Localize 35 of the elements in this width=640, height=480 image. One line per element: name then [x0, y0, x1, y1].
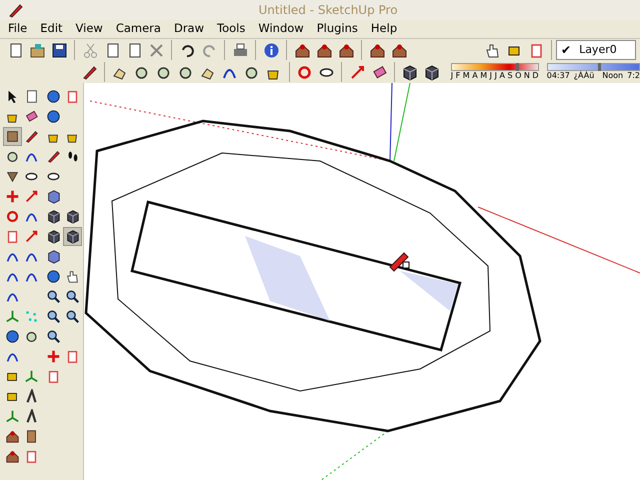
month-label: N — [524, 71, 530, 81]
slider-thumb[interactable] — [598, 63, 601, 71]
pencil-cursor-icon — [389, 252, 410, 272]
check-mark: ✔ — [561, 44, 572, 56]
time-label: Noon — [602, 71, 624, 81]
layer-name: Layer0 — [579, 42, 617, 58]
time-label: 04:37 — [546, 71, 570, 81]
menu-item[interactable]: File — [8, 20, 28, 38]
time-slider-track[interactable] — [546, 63, 640, 71]
month-label: A — [472, 71, 478, 81]
month-label: J — [494, 71, 497, 81]
menu-item[interactable]: Draw — [174, 20, 204, 38]
menu-item[interactable]: Edit — [40, 20, 63, 38]
menu-item[interactable]: Help — [370, 20, 398, 38]
time-label: ¿ÀÀü — [574, 71, 594, 81]
month-label: D — [532, 71, 539, 81]
month-label: O — [515, 71, 522, 81]
menu-item[interactable]: Window — [258, 20, 304, 38]
time-label: 7:2 — [627, 71, 640, 81]
month-label: J — [450, 71, 454, 81]
menu-item[interactable]: Camera — [116, 20, 161, 38]
layer-dropdown[interactable]: ✔ Layer0 — [556, 40, 636, 60]
menu-item[interactable]: Plugins — [316, 20, 358, 38]
window-title: Untitled - SketchUp Pro — [257, 2, 399, 19]
rectangle-icon[interactable] — [3, 127, 22, 146]
month-label: M — [462, 71, 470, 81]
month-label: M — [480, 71, 488, 81]
slider-thumb[interactable] — [516, 63, 520, 71]
month-label: S — [507, 71, 513, 81]
month-slider-track[interactable] — [450, 63, 539, 71]
month-label: J — [490, 71, 492, 81]
month-label: A — [499, 71, 505, 81]
month-label: F — [456, 71, 460, 81]
menu-item[interactable]: Tools — [217, 20, 246, 38]
menu-item[interactable]: View — [76, 20, 103, 38]
